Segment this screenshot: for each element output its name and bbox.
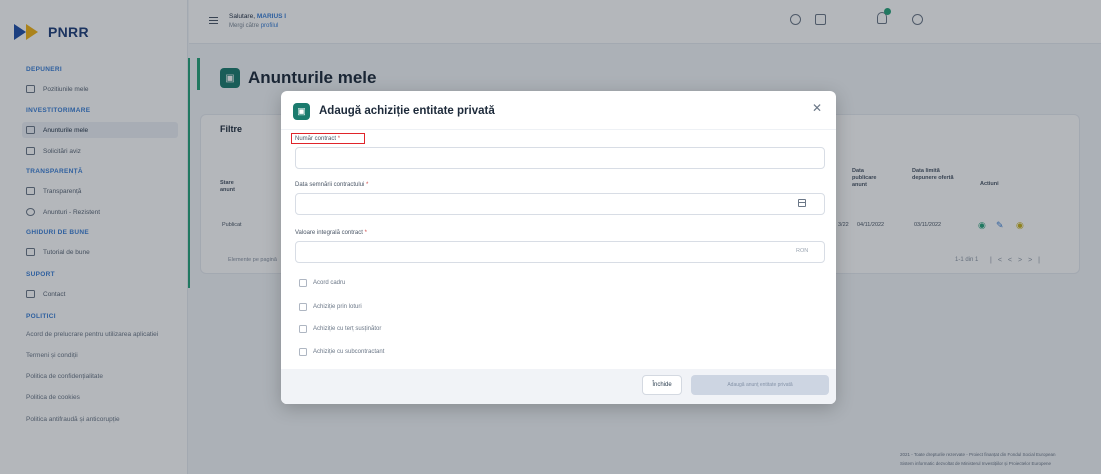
- add-acquisition-modal: ▣ Adaugă achiziție entitate privată ✕ Nu…: [281, 91, 836, 404]
- required-mark: *: [364, 230, 367, 236]
- contract-value-input[interactable]: [295, 241, 825, 263]
- calendar-icon[interactable]: [798, 199, 806, 207]
- modal-header-divider: [281, 129, 836, 130]
- label-text: Data semnării contractului: [295, 182, 365, 188]
- label-text: Număr contract: [295, 136, 337, 142]
- checkbox-label: Achiziție cu terț susținător: [313, 326, 382, 332]
- checkbox-label: Achiziție cu subcontractant: [313, 349, 385, 355]
- checkbox-tert-sustinator[interactable]: Achiziție cu terț susținător: [299, 324, 381, 334]
- required-mark: *: [366, 182, 369, 188]
- checkbox-subcontractant[interactable]: Achiziție cu subcontractant: [299, 347, 384, 357]
- checkbox-label: Acord cadru: [313, 280, 346, 286]
- checkbox-acord-cadru[interactable]: Acord cadru: [299, 278, 345, 288]
- label-text: Valoare integrală contract: [295, 230, 363, 236]
- close-button[interactable]: Închide: [642, 375, 682, 395]
- modal-title: Adaugă achiziție entitate privată: [319, 105, 495, 117]
- sign-date-input[interactable]: [295, 193, 825, 215]
- contract-value-label: Valoare integrală contract *: [295, 230, 367, 236]
- close-icon[interactable]: ✕: [810, 101, 824, 115]
- currency-suffix: RON: [796, 248, 809, 254]
- sign-date-label: Data semnării contractului *: [295, 182, 368, 188]
- checkbox-achizitie-loturi[interactable]: Achiziție prin loturi: [299, 302, 362, 312]
- checkbox-box[interactable]: [299, 303, 307, 311]
- checkbox-box[interactable]: [299, 348, 307, 356]
- contract-number-input[interactable]: [295, 147, 825, 169]
- document-add-icon: ▣: [293, 103, 310, 120]
- checkbox-label: Achiziție prin loturi: [313, 304, 362, 310]
- contract-number-label: Număr contract *: [295, 136, 340, 142]
- add-acquisition-button[interactable]: Adaugă anunț entitate privată: [691, 375, 829, 395]
- checkbox-box[interactable]: [299, 325, 307, 333]
- required-mark: *: [337, 136, 341, 142]
- checkbox-box[interactable]: [299, 279, 307, 287]
